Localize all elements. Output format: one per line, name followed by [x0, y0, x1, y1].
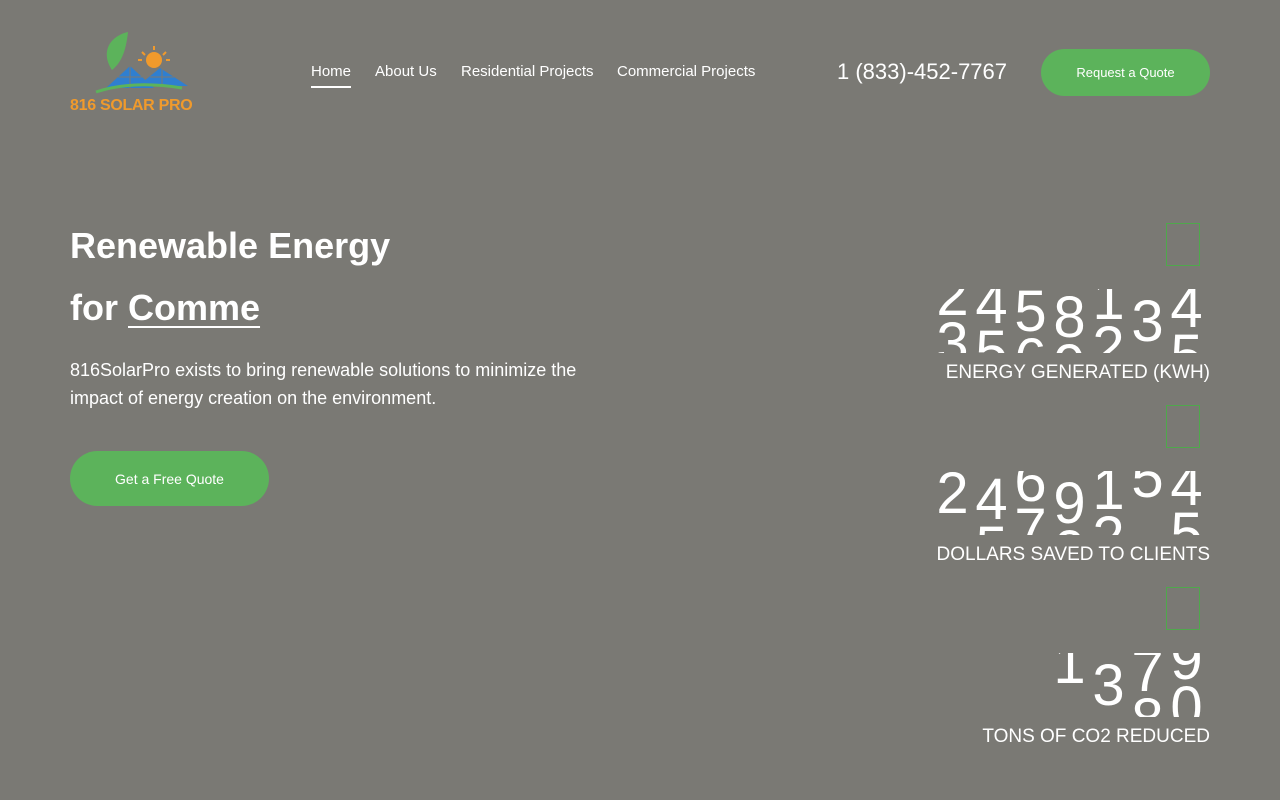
- digit-next: 7: [1014, 497, 1047, 536]
- odometer-digit: 45: [972, 289, 1011, 353]
- stat-counter: 245679012545: [933, 471, 1206, 535]
- stat-energy-generated: 2345568912345 ENERGY GENERATED (KWH): [910, 223, 1210, 393]
- digit-next: 2: [1092, 315, 1125, 354]
- odometer-digit: 67: [1011, 471, 1050, 535]
- stat-counter: 2345568912345: [933, 289, 1206, 353]
- hero-description: 816SolarPro exists to bring renewable so…: [70, 360, 577, 408]
- stat-label: TONS OF CO2 REDUCED: [982, 726, 1210, 747]
- stat-co2-reduced: 137890 TONS OF CO2 REDUCED: [910, 587, 1210, 757]
- odometer-digit: 90: [1050, 471, 1089, 536]
- digit-next: 8: [1128, 691, 1167, 718]
- odometer-digit: 1: [1050, 653, 1089, 717]
- digit-next: 5: [975, 319, 1008, 354]
- odometer-digit: 78: [1128, 653, 1167, 717]
- stat-label: DOLLARS SAVED TO CLIENTS: [936, 544, 1210, 565]
- dollar-icon: [1166, 405, 1200, 448]
- nav-item-about-us[interactable]: About Us: [375, 62, 437, 82]
- digit-next: 3: [936, 311, 969, 354]
- nav-item-commercial-projects[interactable]: Commercial Projects: [617, 62, 755, 82]
- odometer-digit: 56: [1011, 289, 1050, 353]
- digit-next: 0: [1050, 523, 1089, 536]
- stat-label: ENERGY GENERATED (KWH): [945, 362, 1210, 383]
- digit-current: 5: [1131, 471, 1164, 510]
- odometer-digit: 12: [1089, 471, 1128, 535]
- nav-item-residential-projects[interactable]: Residential Projects: [461, 62, 594, 82]
- odometer-digit: 90: [1167, 653, 1206, 717]
- solar-house-logo-icon: [95, 32, 188, 94]
- request-quote-button[interactable]: Request a Quote: [1041, 49, 1210, 96]
- hero-title-line2: for Comme: [70, 286, 260, 330]
- leaf-icon: [1166, 587, 1200, 630]
- odometer-digit: 5: [1128, 471, 1167, 535]
- hero-title-line1: Renewable Energy: [70, 225, 391, 266]
- hero-title-prefix: for: [70, 287, 128, 328]
- digit-next: 5: [1170, 501, 1203, 536]
- logo-text: 816 SOLAR PRO: [70, 97, 193, 114]
- stat-counter: 137890: [1050, 653, 1206, 717]
- odometer-digit: 45: [972, 471, 1011, 535]
- nav-item-home[interactable]: Home: [311, 62, 352, 88]
- stat-dollars-saved: 245679012545 DOLLARS SAVED TO CLIENTS: [910, 405, 1210, 575]
- hero-typed-word: Comme: [128, 287, 261, 328]
- digit-current: 3: [1131, 289, 1164, 353]
- digit-next: 5: [972, 519, 1011, 536]
- digit-next: 5: [1167, 327, 1206, 354]
- odometer-digit: 3: [1128, 289, 1167, 353]
- odometer-digit: 45: [1167, 289, 1206, 353]
- odometer-digit: 3: [1089, 653, 1128, 717]
- digit-current: 1: [1053, 653, 1086, 696]
- odometer-digit: 45: [1167, 471, 1206, 535]
- digit-current: 2: [936, 471, 969, 526]
- digit-next: 2: [1089, 509, 1128, 536]
- phone-link[interactable]: 1 (833)-452-7767: [837, 59, 1007, 85]
- odometer-digit: 89: [1050, 289, 1089, 353]
- odometer-digit: 23: [933, 289, 972, 353]
- digit-next: 9: [1050, 337, 1089, 354]
- site-logo[interactable]: 816 SOLAR PRO: [70, 30, 210, 120]
- digit-next: 0: [1170, 675, 1203, 718]
- free-quote-button[interactable]: Get a Free Quote: [70, 451, 269, 506]
- digit-current: 3: [1092, 653, 1125, 717]
- energy-icon: [1166, 223, 1200, 266]
- odometer-digit: 12: [1089, 289, 1128, 353]
- odometer-digit: 2: [933, 471, 972, 535]
- digit-next: 6: [1011, 331, 1050, 354]
